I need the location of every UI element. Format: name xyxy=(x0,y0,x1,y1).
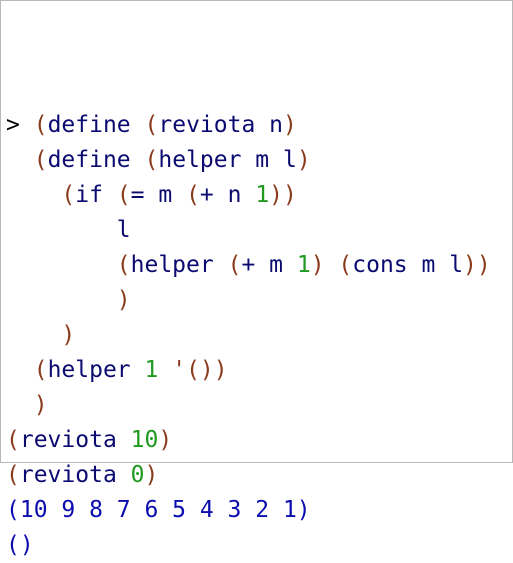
paren-token: ( xyxy=(33,357,48,383)
code-token: define xyxy=(47,147,131,173)
repl-output-line: () xyxy=(6,528,512,563)
repl-input-line: (define (helper m l) xyxy=(6,143,512,178)
repl-input-line: ) xyxy=(6,283,512,318)
paren-token: ( xyxy=(186,182,200,208)
code-token: reviota n xyxy=(158,112,283,138)
number-token: 10 xyxy=(130,427,159,453)
repl-transcript[interactable]: > (define (reviota n) (define (helper m … xyxy=(6,3,512,563)
paren-token: ) xyxy=(116,287,131,313)
paren-token: ) xyxy=(213,357,228,383)
code-token: if xyxy=(75,182,103,208)
number-token: 1 xyxy=(296,252,311,278)
repl-input-line: (helper (+ m 1) (cons m l)) xyxy=(6,248,512,283)
number-token: 0 xyxy=(130,462,145,488)
repl-input-line: ) xyxy=(6,388,512,423)
output-text: () xyxy=(6,532,34,558)
repl-prompt: > xyxy=(6,112,34,138)
paren-token: ( xyxy=(33,112,48,138)
paren-token: ( xyxy=(6,462,20,488)
paren-token: ( xyxy=(116,182,131,208)
number-token: 1 xyxy=(144,357,159,383)
code-token: reviota xyxy=(19,462,131,488)
paren-token: )) xyxy=(269,182,297,208)
code-token: = m xyxy=(130,182,187,208)
code-token: helper xyxy=(130,252,228,278)
code-token: helper m l xyxy=(158,147,297,173)
code-token: reviota xyxy=(19,427,131,453)
paren-token: ( xyxy=(33,147,48,173)
paren-token: ) xyxy=(61,322,76,348)
paren-token: ( xyxy=(144,147,159,173)
code-token: + m xyxy=(241,252,297,278)
paren-token: )) xyxy=(463,252,491,278)
code-token: l xyxy=(6,217,131,243)
paren-token: ) xyxy=(33,392,48,418)
paren-token: ) xyxy=(310,252,325,278)
repl-window: > (define (reviota n) (define (helper m … xyxy=(0,0,513,558)
paren-token: ( xyxy=(144,112,159,138)
paren-token: ) xyxy=(144,462,159,488)
paren-token: ) xyxy=(158,427,173,453)
paren-token: ( xyxy=(227,252,242,278)
code-token: + n xyxy=(199,182,256,208)
code-token: cons m l xyxy=(352,252,464,278)
paren-token: ( xyxy=(6,427,20,453)
repl-input-line: (if (= m (+ n 1)) xyxy=(6,178,512,213)
number-token: 1 xyxy=(255,182,270,208)
code-token: helper xyxy=(47,357,145,383)
repl-output-line: (10 9 8 7 6 5 4 3 2 1) xyxy=(6,493,512,528)
repl-input-line: (reviota 10) xyxy=(6,423,512,458)
paren-token: ) xyxy=(296,147,311,173)
quoted-list-token: '() xyxy=(172,357,214,383)
paren-token: ( xyxy=(116,252,131,278)
code-token: define xyxy=(47,112,131,138)
output-text: (10 9 8 7 6 5 4 3 2 1) xyxy=(6,497,311,523)
repl-input-line: (reviota 0) xyxy=(6,458,512,493)
paren-token: ) xyxy=(283,112,297,138)
paren-token: ( xyxy=(61,182,76,208)
repl-input-line: > (define (reviota n) xyxy=(6,108,512,143)
repl-input-line: (helper 1 '()) xyxy=(6,353,512,388)
repl-input-line: ) xyxy=(6,318,512,353)
paren-token: ( xyxy=(338,252,353,278)
repl-input-line: l xyxy=(6,213,512,248)
